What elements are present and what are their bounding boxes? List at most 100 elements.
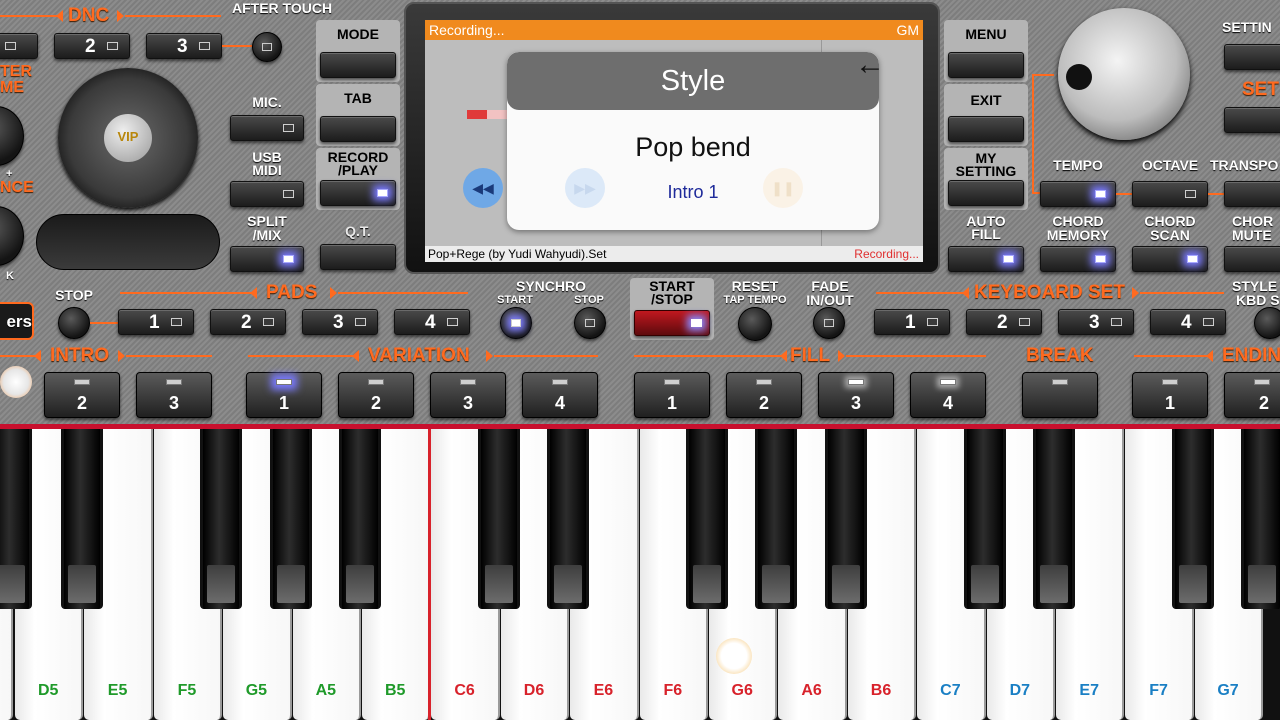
left-knob-top[interactable] (0, 106, 24, 166)
black-key[interactable] (963, 429, 1006, 609)
auto-fill-button[interactable] (948, 246, 1024, 272)
pad-button-3[interactable]: 3 (302, 309, 378, 335)
start-stop-button[interactable] (634, 310, 710, 336)
fast-forward-icon[interactable]: ▶▶ (565, 168, 605, 208)
record-play-button[interactable] (320, 180, 396, 206)
setting-label: SETTIN (1222, 19, 1272, 35)
key-note-label: B6 (870, 682, 892, 699)
key-note-label: G6 (731, 682, 753, 699)
mic-button[interactable] (230, 115, 304, 141)
my-setting-button[interactable] (948, 180, 1024, 206)
black-key[interactable] (269, 429, 312, 609)
pad-button-4[interactable]: 4 (394, 309, 470, 335)
stop-button[interactable] (58, 307, 90, 339)
chord-scan-label-1: CHORD (1144, 213, 1196, 229)
after-touch-button[interactable] (252, 32, 282, 62)
fade-label-2: IN/OUT (806, 292, 854, 308)
keyboard-set-button-4[interactable]: 4 (1150, 309, 1226, 335)
black-key[interactable] (1241, 429, 1280, 609)
users-button[interactable]: ers (0, 302, 34, 340)
dnc-button-2[interactable]: 2 (54, 33, 130, 59)
pad-button-1[interactable]: 1 (118, 309, 194, 335)
variation-button-4[interactable]: 4 (522, 372, 598, 418)
menu-button[interactable] (948, 52, 1024, 78)
fill-button-1[interactable]: 1 (634, 372, 710, 418)
mode-label: MODE (337, 26, 379, 42)
chord-memory-button[interactable] (1040, 246, 1116, 272)
pitch-bend-pad[interactable] (36, 214, 220, 270)
synchro-stop-button[interactable] (574, 307, 606, 339)
intro-button-2[interactable]: 2 (44, 372, 120, 418)
pad-button-2[interactable]: 2 (210, 309, 286, 335)
black-key[interactable] (1033, 429, 1075, 609)
pause-icon[interactable]: ❚❚ (763, 168, 803, 208)
data-dial[interactable] (1058, 8, 1190, 140)
setting-button[interactable] (1224, 44, 1280, 70)
start-stop-panel: START /STOP (630, 278, 714, 340)
menu-label: MENU (965, 26, 1007, 42)
black-key[interactable] (61, 429, 104, 609)
fill-line-left (634, 355, 784, 357)
style-kbd-sync-button[interactable] (1254, 307, 1280, 339)
keyboard-set-button-2[interactable]: 2 (966, 309, 1042, 335)
back-arrow-icon[interactable]: ← (855, 50, 885, 80)
chord-mute-label-1: CHOR (1232, 213, 1274, 229)
reset-tap-tempo-button[interactable] (738, 307, 772, 341)
chord-mute-button[interactable] (1224, 246, 1280, 272)
tab-button[interactable] (320, 116, 396, 142)
intro-button-3[interactable]: 3 (136, 372, 212, 418)
black-key[interactable] (339, 429, 381, 609)
exit-button[interactable] (948, 116, 1024, 142)
black-key[interactable] (755, 429, 798, 609)
tempo-button[interactable] (1040, 181, 1116, 207)
transpose-button[interactable] (1224, 181, 1280, 207)
fade-in-out-button[interactable] (813, 307, 845, 339)
black-key[interactable] (547, 429, 590, 609)
fill-button-4[interactable]: 4 (910, 372, 986, 418)
key-note-label: G5 (245, 682, 268, 699)
vip-jog-wheel[interactable]: VIP (58, 68, 198, 208)
dnc-button-1[interactable] (0, 33, 38, 59)
kbdset-arrow-left (962, 287, 969, 299)
auto-fill-label-2: FILL (971, 226, 1001, 242)
fill-button-2[interactable]: 2 (726, 372, 802, 418)
variation-arrow-left (352, 350, 359, 362)
variation-button-3[interactable]: 3 (430, 372, 506, 418)
progress-fill (467, 110, 487, 119)
style-name: Pop bend (635, 132, 751, 162)
intro-line-right (126, 355, 212, 357)
ending-button-2[interactable]: 2 (1224, 372, 1280, 418)
variation-line-right (494, 355, 598, 357)
black-key[interactable] (0, 429, 32, 609)
black-key[interactable] (686, 429, 728, 609)
usb-midi-button[interactable] (230, 181, 304, 207)
rewind-icon[interactable]: ◀◀ (463, 168, 503, 208)
black-key[interactable] (824, 429, 867, 609)
split-mix-button[interactable] (230, 246, 304, 272)
qt-button[interactable] (320, 244, 396, 270)
black-key[interactable] (200, 429, 243, 609)
keyboard-set-button-1[interactable]: 1 (874, 309, 950, 335)
start-stop-label-2: /STOP (651, 291, 693, 307)
black-key[interactable] (477, 429, 520, 609)
synchro-start-button[interactable] (500, 307, 532, 339)
pads-title: PADS (266, 282, 318, 303)
left-knob-bottom[interactable] (0, 206, 24, 266)
section-name: Intro 1 (667, 182, 719, 202)
black-key[interactable] (1171, 429, 1214, 609)
mode-button[interactable] (320, 52, 396, 78)
split-mix-label-2: /MIX (252, 227, 282, 243)
dnc-button-3[interactable]: 3 (146, 33, 222, 59)
octave-button[interactable] (1132, 181, 1208, 207)
keyboard-set-button-3[interactable]: 3 (1058, 309, 1134, 335)
ending-button-1[interactable]: 1 (1132, 372, 1208, 418)
keyboard-set-title: KEYBOARD SET (974, 282, 1125, 303)
set-button[interactable] (1224, 107, 1280, 133)
chord-scan-button[interactable] (1132, 246, 1208, 272)
variation-button-1[interactable]: 1 (246, 372, 322, 418)
break-button[interactable] (1022, 372, 1098, 418)
fill-button-3[interactable]: 3 (818, 372, 894, 418)
dnc-arrow-right (117, 10, 124, 22)
transpose-label: TRANSPO (1210, 157, 1279, 173)
variation-button-2[interactable]: 2 (338, 372, 414, 418)
